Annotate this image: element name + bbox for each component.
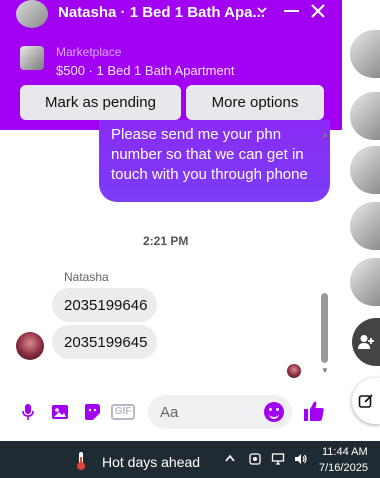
sender-avatar[interactable] — [16, 332, 44, 360]
listing-thumbnail[interactable] — [20, 46, 44, 70]
weather-text[interactable]: Hot days ahead — [102, 454, 200, 470]
seen-indicator-avatar — [287, 364, 301, 378]
incoming-message[interactable]: 2035199646 — [52, 288, 157, 322]
close-icon[interactable] — [308, 0, 328, 24]
incoming-message[interactable]: 2035199645 — [52, 325, 157, 359]
mark-as-pending-button[interactable]: Mark as pending — [20, 85, 181, 120]
chat-head-avatar[interactable] — [350, 146, 380, 194]
microphone-icon[interactable] — [18, 402, 38, 422]
chevron-down-icon[interactable] — [256, 4, 268, 19]
chat-head-avatar[interactable] — [350, 202, 380, 250]
image-icon[interactable] — [50, 402, 70, 422]
scroll-down-arrow[interactable]: ▼ — [321, 366, 329, 375]
more-options-button[interactable]: More options — [186, 85, 324, 120]
contact-avatar[interactable] — [16, 0, 48, 28]
gif-label: GIF — [110, 404, 136, 420]
webcam-icon[interactable] — [248, 452, 262, 466]
message-composer: GIF — [0, 380, 342, 441]
chat-title[interactable]: Natasha · 1 Bed 1 Bath Apa... — [58, 4, 265, 21]
tray-chevron-icon[interactable] — [224, 452, 236, 466]
new-message-icon[interactable] — [352, 378, 380, 424]
clock-time[interactable]: 11:44 AM — [322, 446, 368, 458]
listing-description[interactable]: $500 · 1 Bed 1 Bath Apartment — [56, 63, 235, 78]
emoji-icon[interactable] — [264, 402, 284, 422]
chat-header: Natasha · 1 Bed 1 Bath Apa... Marketplac… — [0, 0, 342, 130]
message-input[interactable] — [160, 401, 260, 423]
thumbs-up-icon[interactable] — [302, 399, 328, 425]
message-timestamp: 2:21 PM — [143, 234, 189, 248]
message-list: Please send me your phn number so that w… — [0, 120, 342, 380]
volume-icon[interactable] — [294, 452, 308, 466]
chat-head-avatar[interactable] — [350, 30, 380, 78]
sender-name: Natasha — [64, 270, 109, 284]
add-person-icon[interactable] — [352, 318, 380, 366]
gif-icon[interactable]: GIF — [110, 402, 136, 422]
chat-head-avatar[interactable] — [350, 258, 380, 306]
minimize-icon[interactable] — [282, 0, 302, 24]
outgoing-message[interactable]: Please send me your phn number so that w… — [99, 120, 330, 202]
clock-date[interactable]: 7/16/2025 — [319, 462, 368, 474]
scrollbar-thumb[interactable] — [321, 293, 328, 363]
sticker-icon[interactable] — [82, 402, 102, 422]
taskbar: Hot days ahead 11:44 AM 7/16/2025 — [0, 441, 380, 478]
network-icon[interactable] — [271, 452, 285, 466]
scroll-up-arrow[interactable]: ▲ — [321, 130, 329, 139]
thermometer-icon[interactable] — [74, 451, 88, 471]
marketplace-label: Marketplace — [56, 45, 122, 59]
chat-window: Natasha · 1 Bed 1 Bath Apa... Marketplac… — [0, 0, 342, 441]
chat-head-avatar[interactable] — [350, 92, 380, 140]
